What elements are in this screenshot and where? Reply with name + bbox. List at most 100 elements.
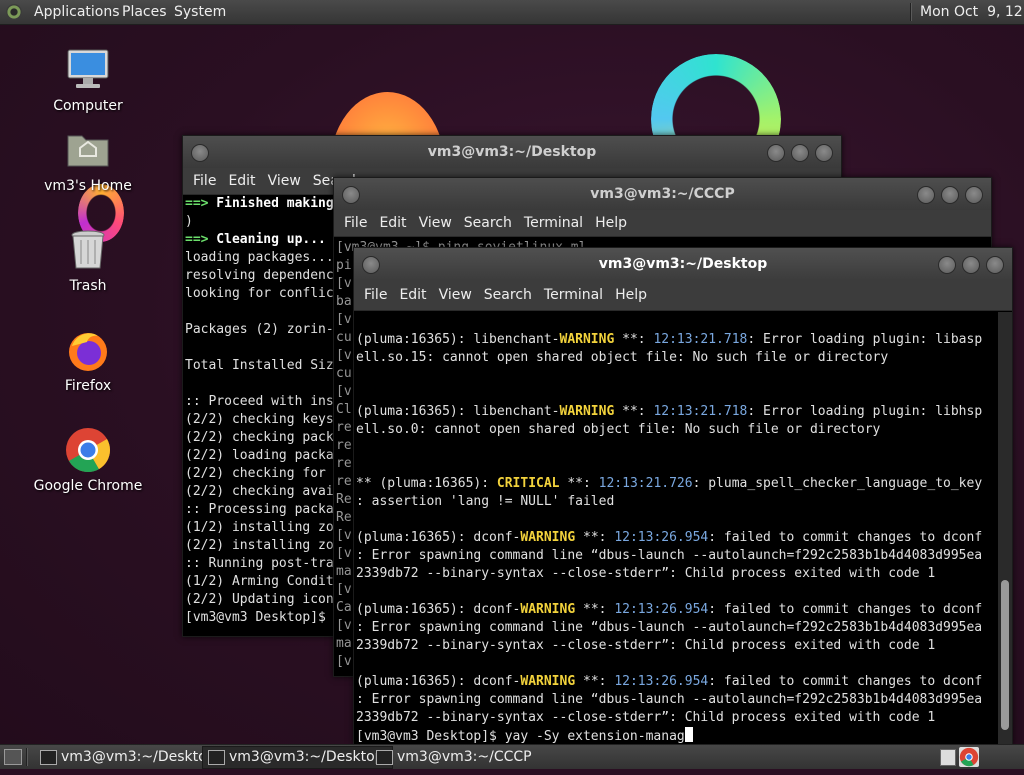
terminal-scrollbar[interactable] (998, 312, 1012, 744)
close-button[interactable] (965, 186, 983, 204)
terminal-text: Cleaning up... (208, 232, 326, 247)
minimize-button[interactable] (767, 144, 785, 162)
log-message: : Error loading plugin: libasp (747, 332, 983, 347)
panel-clock[interactable]: Mon Oct 9, 12:21 (920, 0, 1024, 24)
task-label: vm3@vm3:~/Desktop (229, 749, 384, 765)
log-source: (pluma:16365): dconf- (356, 530, 521, 545)
terminal-output[interactable]: (pluma:16365): libenchant- WARNING **: 12… (354, 311, 1012, 745)
terminal-icon (40, 750, 57, 765)
log-timestamp: 12:13:26.954 (614, 530, 709, 545)
distro-logo-icon[interactable] (6, 4, 22, 20)
menu-terminal[interactable]: Terminal (524, 215, 583, 231)
window-menu-button[interactable] (342, 186, 360, 204)
minimize-button[interactable] (938, 256, 956, 274)
menu-help[interactable]: Help (595, 215, 627, 231)
log-timestamp: 12:13:21.718 (653, 404, 748, 419)
task-button-desktop-1[interactable]: vm3@vm3:~/Desktop (34, 746, 225, 769)
log-level: CRITICAL (496, 476, 560, 491)
menu-help[interactable]: Help (615, 287, 647, 303)
desktop-icon-computer[interactable]: Computer (28, 46, 148, 114)
log-source: (pluma:16365): dconf- (356, 674, 521, 689)
menu-view[interactable]: View (268, 173, 301, 189)
top-panel: Applications Places System Mon Oct 9, 12… (0, 0, 1024, 25)
menu-search[interactable]: Search (464, 215, 512, 231)
shell-prompt: [vm3@vm3 Desktop]$ yay -Sy extension-man… (356, 729, 685, 744)
menu-terminal[interactable]: Terminal (544, 287, 603, 303)
log-source: ** (pluma:16365): (356, 476, 497, 491)
terminal-line: (pluma:16365): dconf-WARNING **: 12:13:2… (356, 529, 996, 547)
log-source: (pluma:16365): dconf- (356, 602, 521, 617)
maximize-button[interactable] (791, 144, 809, 162)
task-button-cccp[interactable]: vm3@vm3:~/CCCP (370, 746, 541, 769)
menu-view[interactable]: View (419, 215, 452, 231)
log-message: : Error loading plugin: libhsp (747, 404, 983, 419)
menu-applications[interactable]: Applications (34, 0, 120, 24)
close-button[interactable] (815, 144, 833, 162)
log-level: WARNING (520, 602, 576, 617)
menu-edit[interactable]: Edit (379, 215, 406, 231)
terminal-icon (376, 750, 393, 765)
log-message: : failed to commit changes to dconf (708, 674, 983, 689)
window-menu-button[interactable] (191, 144, 209, 162)
terminal-line: (pluma:16365): libenchant-WARNING **: 12… (356, 331, 996, 349)
log-timestamp: 12:13:21.718 (653, 332, 748, 347)
scrollbar-thumb[interactable] (1001, 580, 1009, 730)
log-timestamp: 12:13:26.954 (614, 602, 709, 617)
desktop-icon-firefox[interactable]: Firefox (28, 326, 148, 394)
menu-edit[interactable]: Edit (228, 173, 255, 189)
desktop-icon-home[interactable]: vm3's Home (28, 126, 148, 194)
log-message: : pluma_spell_checker_language_to_key (692, 476, 983, 491)
terminal-line: ** (pluma:16365): CRITICAL **: 12:13:21.… (356, 475, 996, 493)
home-folder-icon (64, 126, 112, 174)
menu-view[interactable]: View (439, 287, 472, 303)
terminal-icon (208, 750, 225, 765)
menu-file[interactable]: File (344, 215, 367, 231)
menu-edit[interactable]: Edit (399, 287, 426, 303)
menu-places[interactable]: Places (122, 0, 167, 24)
menu-search[interactable]: Search (484, 287, 532, 303)
window-menu-button[interactable] (362, 256, 380, 274)
task-button-desktop-2[interactable]: vm3@vm3:~/Desktop (202, 746, 393, 769)
desktop-icon-label: Trash (69, 278, 107, 294)
maximize-button[interactable] (941, 186, 959, 204)
terminal-text: Finished making (208, 196, 334, 211)
log-message: : failed to commit changes to dconf (708, 530, 983, 545)
terminal-line: 2339db72 --binary-syntax --close-stderr”… (356, 638, 936, 653)
log-source: (pluma:16365): libenchant- (356, 332, 560, 347)
desktop-icon-label: Computer (53, 98, 123, 114)
minimize-button[interactable] (917, 186, 935, 204)
computer-icon (64, 46, 112, 94)
terminal-line: : assertion 'lang != NULL' failed (356, 494, 615, 509)
log-source: (pluma:16365): libenchant- (356, 404, 560, 419)
workspace-icon[interactable] (940, 749, 956, 766)
terminal-line: [vm3@vm3 Desktop]$ yay -Sy extension-man… (356, 727, 996, 745)
menu-file[interactable]: File (193, 173, 216, 189)
close-button[interactable] (986, 256, 1004, 274)
terminal-line: ell.so.0: cannot open shared object file… (356, 422, 881, 437)
menu-system[interactable]: System (174, 0, 226, 24)
trash-icon (64, 226, 112, 274)
window-titlebar[interactable]: vm3@vm3:~/CCCP (334, 178, 991, 210)
desktop-icon-chrome[interactable]: Google Chrome (28, 426, 148, 494)
log-separator: **: (559, 476, 599, 491)
log-timestamp: 12:13:26.954 (614, 674, 709, 689)
taskbar-separator (26, 748, 28, 766)
window-titlebar[interactable]: vm3@vm3:~/Desktop (354, 248, 1012, 280)
desktop-icon-trash[interactable]: Trash (28, 226, 148, 294)
show-desktop-icon[interactable] (4, 749, 22, 765)
terminal-line: ell.so.15: cannot open shared object fil… (356, 350, 889, 365)
taskbar: vm3@vm3:~/Desktop vm3@vm3:~/Desktop vm3@… (0, 744, 1024, 769)
window-titlebar[interactable]: vm3@vm3:~/Desktop (183, 136, 841, 168)
task-label: vm3@vm3:~/Desktop (61, 749, 216, 765)
terminal-line: : Error spawning command line “dbus-laun… (356, 692, 983, 707)
terminal-line: (pluma:16365): libenchant-WARNING **: 12… (356, 403, 996, 421)
menu-file[interactable]: File (364, 287, 387, 303)
chrome-tray-icon[interactable] (959, 747, 979, 767)
maximize-button[interactable] (962, 256, 980, 274)
terminal-window-desktop-front[interactable]: vm3@vm3:~/Desktop File Edit View Search Term… (353, 247, 1013, 745)
